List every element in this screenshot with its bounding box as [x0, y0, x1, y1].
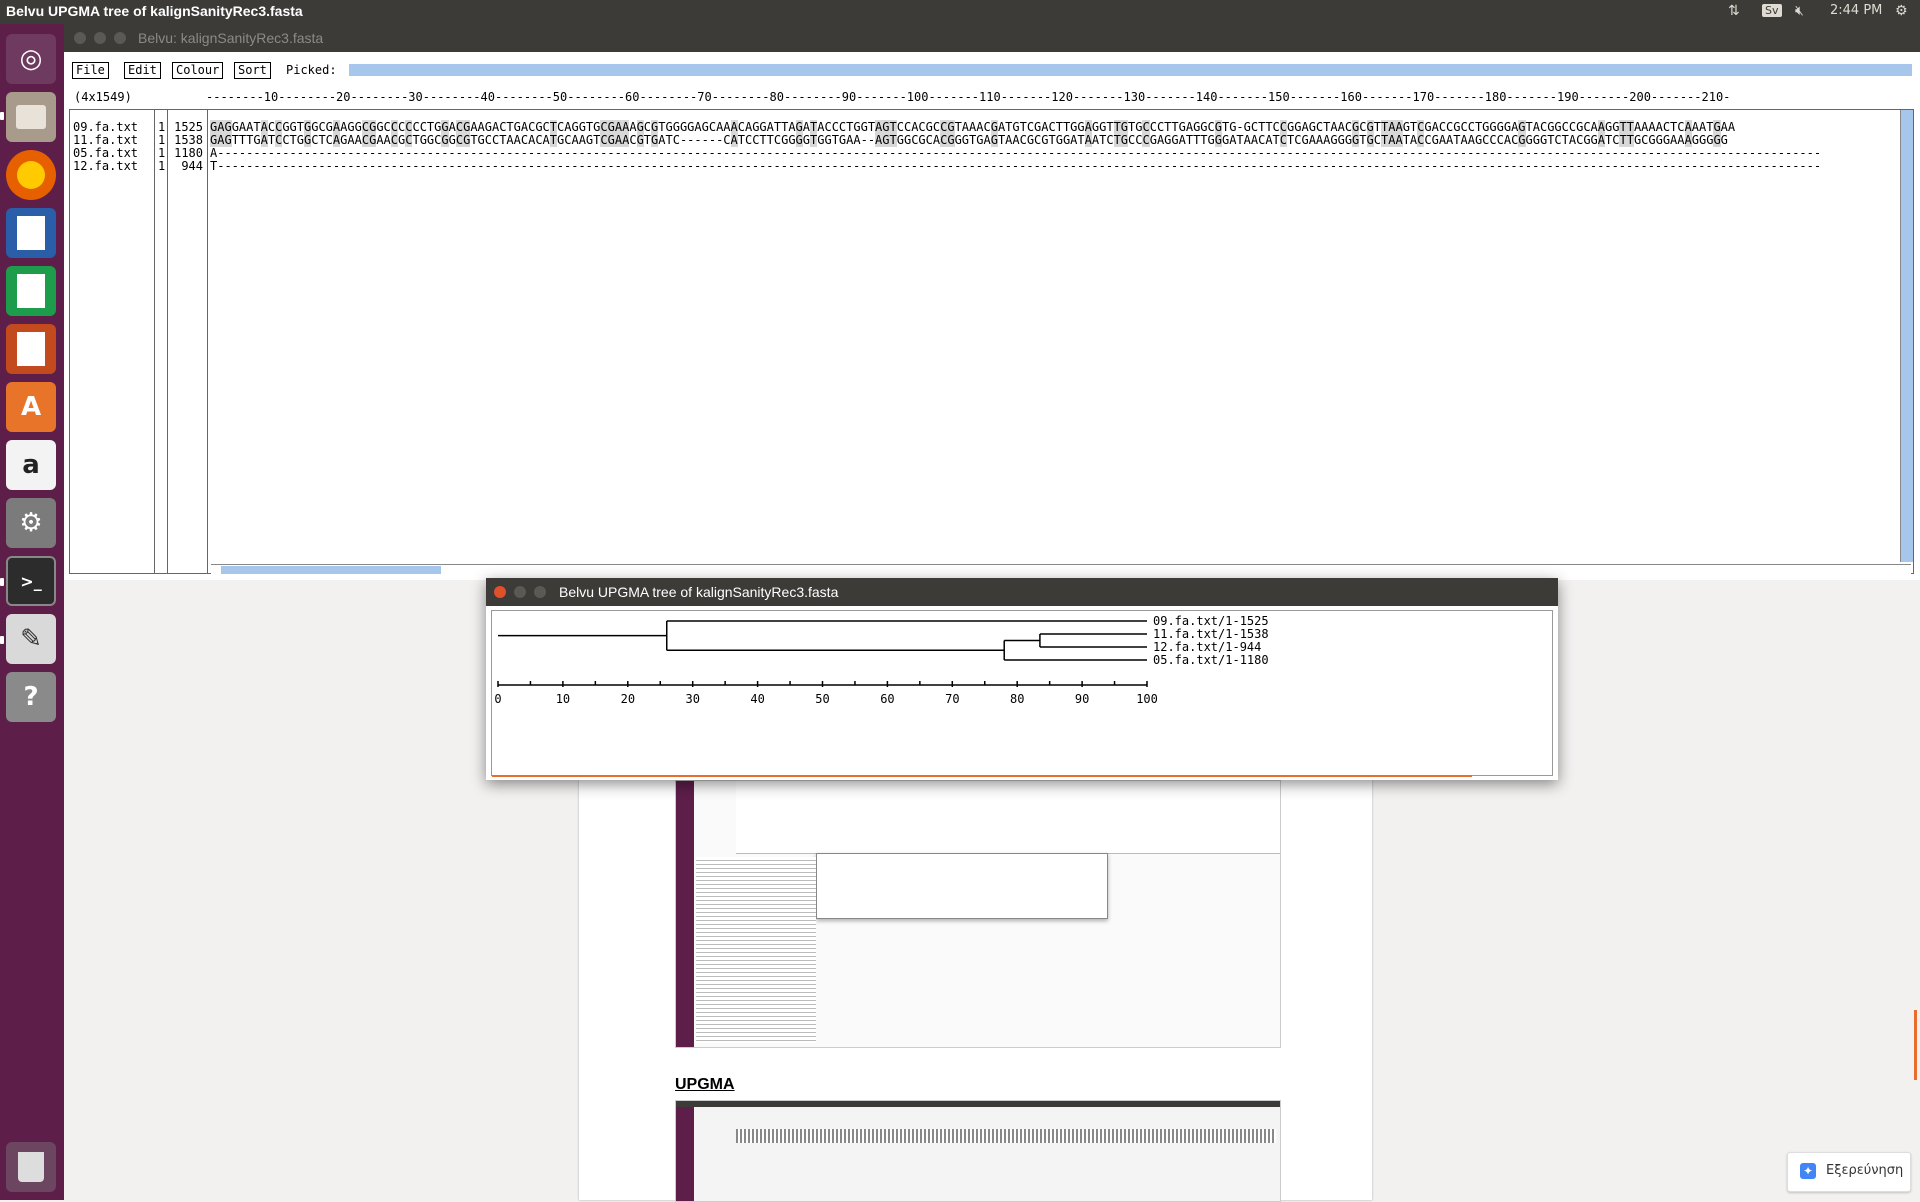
scrollbar-thumb[interactable] — [221, 566, 441, 574]
sequence-start: 1 — [158, 159, 166, 173]
tree-leaf-label[interactable]: 11.fa.txt/1-1538 — [1153, 627, 1269, 641]
maximize-icon[interactable] — [534, 586, 546, 598]
window-title: Belvu UPGMA tree of kalignSanityRec3.fas… — [559, 584, 839, 600]
scale-tick-label: 0 — [494, 692, 502, 706]
trash-icon[interactable] — [6, 1142, 56, 1192]
scale-tick-label: 40 — [750, 692, 765, 706]
window-titlebar: Belvu: kalignSanityRec3.fasta — [64, 24, 1920, 52]
keyboard-layout-indicator[interactable]: Sv — [1762, 4, 1782, 17]
software-center-icon[interactable]: A — [6, 382, 56, 432]
tree-window: Belvu UPGMA tree of kalignSanityRec3.fas… — [486, 578, 1558, 780]
scale-tick-label: 100 — [1136, 692, 1158, 706]
tree-canvas[interactable]: 09.fa.txt/1-1525 11.fa.txt/1-1538 12.fa.… — [491, 610, 1553, 777]
menu-bar: File Edit Colour Sort Picked: — [68, 56, 1916, 80]
scale-tick-label: 50 — [815, 692, 830, 706]
embedded-screenshot — [675, 780, 1281, 1048]
window-title: Belvu: kalignSanityRec3.fasta — [138, 30, 324, 46]
belvu-main-window: Belvu: kalignSanityRec3.fasta File Edit … — [64, 24, 1920, 580]
session-gear-icon[interactable]: ⚙ — [1895, 3, 1908, 19]
scale-tick-label: 80 — [1010, 692, 1025, 706]
scale-tick-label: 10 — [555, 692, 571, 706]
text-editor-icon[interactable]: ✎ — [6, 614, 56, 664]
top-panel: Belvu UPGMA tree of kalignSanityRec3.fas… — [0, 0, 1920, 24]
alignment-dimensions: (4x1549) — [74, 90, 132, 104]
system-settings-icon[interactable]: ⚙ — [6, 498, 56, 548]
writer-icon[interactable] — [6, 208, 56, 258]
column-divider — [154, 110, 155, 573]
edit-menu[interactable]: Edit — [124, 62, 161, 79]
column-divider — [167, 110, 168, 573]
embedded-screenshot — [675, 1100, 1281, 1202]
picked-field[interactable] — [349, 64, 1912, 76]
running-indicator — [0, 112, 4, 120]
sound-muted-icon[interactable]: 🔇︎ — [1795, 3, 1804, 19]
tree-leaf-label[interactable]: 12.fa.txt/1-944 — [1153, 640, 1261, 654]
network-arrows-icon[interactable]: ⇅ — [1728, 3, 1740, 19]
scale-tick-label: 30 — [685, 692, 700, 706]
minimize-icon[interactable] — [514, 586, 526, 598]
explore-label: Εξερεύνηση — [1826, 1163, 1904, 1178]
picked-label: Picked: — [286, 63, 337, 77]
scale-tick-label: 20 — [620, 692, 636, 706]
close-icon[interactable] — [494, 586, 506, 598]
impress-icon[interactable] — [6, 324, 56, 374]
column-ruler: --------10--------20--------30--------40… — [206, 90, 1731, 104]
launcher: ◎ A a ⚙ >_ ✎ ? — [0, 24, 64, 1200]
horizontal-scrollbar[interactable] — [211, 564, 1911, 575]
help-icon[interactable]: ? — [6, 672, 56, 722]
sequence-name[interactable]: 12.fa.txt — [73, 160, 138, 173]
document-heading: UPGMA — [675, 1076, 735, 1093]
scale-tick-label: 90 — [1074, 692, 1090, 706]
explore-button[interactable]: ✦ Εξερεύνηση — [1787, 1152, 1911, 1192]
explore-icon: ✦ — [1800, 1163, 1816, 1179]
tree-leaf-label[interactable]: 05.fa.txt/1-1180 — [1153, 653, 1269, 667]
sequence-residues[interactable]: T---------------------------------------… — [210, 160, 1821, 173]
maximize-icon[interactable] — [114, 32, 126, 44]
scale-tick-label: 70 — [945, 692, 960, 706]
alignment-view[interactable]: 09.fa.txt 1 1525 GAGGAATACCGGTGGCGAAGGCG… — [69, 109, 1914, 575]
window-titlebar: Belvu UPGMA tree of kalignSanityRec3.fas… — [486, 578, 1558, 606]
scale-tick-label: 60 — [880, 692, 895, 706]
document-page: UPGMA — [579, 780, 1372, 1202]
vertical-scrollbar[interactable] — [1900, 110, 1913, 562]
calc-icon[interactable] — [6, 266, 56, 316]
sort-menu[interactable]: Sort — [234, 62, 271, 79]
dash-icon[interactable]: ◎ — [6, 34, 56, 84]
sequence-end: 944 — [181, 159, 203, 173]
close-icon[interactable] — [74, 32, 86, 44]
active-app-title: Belvu UPGMA tree of kalignSanityRec3.fas… — [6, 3, 303, 19]
tree-leaf-label[interactable]: 09.fa.txt/1-1525 — [1153, 614, 1269, 628]
column-divider — [207, 110, 208, 573]
progress-underline — [492, 775, 1472, 777]
document-scroll-marker — [1914, 1010, 1917, 1080]
amazon-icon[interactable]: a — [6, 440, 56, 490]
colour-menu[interactable]: Colour — [172, 62, 224, 79]
files-icon[interactable] — [6, 92, 56, 142]
clock[interactable]: 2:44 PM — [1830, 3, 1882, 18]
terminal-icon[interactable]: >_ — [6, 556, 56, 606]
file-menu[interactable]: File — [72, 62, 109, 79]
running-indicator — [0, 636, 4, 644]
minimize-icon[interactable] — [94, 32, 106, 44]
firefox-icon[interactable] — [6, 150, 56, 200]
running-indicator — [0, 578, 4, 586]
